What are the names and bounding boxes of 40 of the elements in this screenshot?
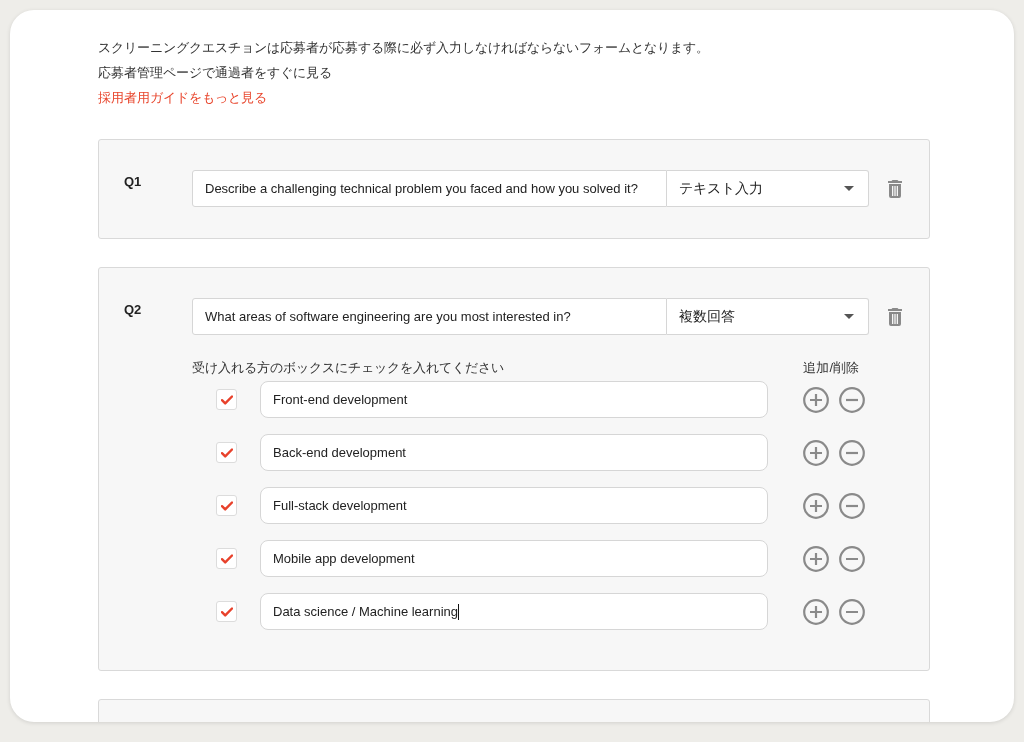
option-input[interactable]: Front-end development [260, 381, 768, 418]
answer-type-select[interactable]: テキスト入力 [667, 170, 869, 207]
question-input[interactable]: Describe a challenging technical problem you faced and how you solved it? [192, 170, 667, 207]
checkbox[interactable] [216, 601, 237, 622]
add-circle-icon[interactable] [803, 492, 829, 519]
dropdown-caret-icon [844, 314, 854, 319]
dropdown-caret-icon [844, 186, 854, 191]
question-input[interactable]: What areas of software engineering are you most interested in? [192, 298, 667, 335]
remove-circle-icon[interactable] [839, 545, 865, 572]
remove-circle-icon[interactable] [839, 439, 865, 466]
checkmark-icon [220, 447, 233, 458]
checkmark-icon [220, 606, 233, 617]
trash-icon[interactable] [888, 180, 902, 198]
checkmark-icon [220, 394, 233, 405]
add-circle-icon[interactable] [803, 598, 829, 625]
option-input[interactable]: Back-end development [260, 434, 768, 471]
checkmark-icon [220, 553, 233, 564]
remove-circle-icon[interactable] [839, 492, 865, 519]
add-circle-icon[interactable] [803, 439, 829, 466]
add-remove-heading: 追加/削除 [803, 359, 859, 378]
add-circle-icon[interactable] [803, 545, 829, 572]
checkbox[interactable] [216, 389, 237, 410]
option-input[interactable]: Data science / Machine learning [260, 593, 768, 630]
question-number: Q1 [124, 173, 143, 191]
options-instruction: 受け入れる方のボックスにチェックを入れてください [192, 359, 504, 378]
checkbox[interactable] [216, 495, 237, 516]
option-input[interactable]: Full-stack development [260, 487, 768, 524]
applicants-page-link[interactable]: 応募者管理ページで通過者をすぐに見る [98, 60, 332, 85]
checkbox[interactable] [216, 548, 237, 569]
checkbox[interactable] [216, 442, 237, 463]
answer-type-select[interactable]: 複数回答 [667, 298, 869, 335]
checkmark-icon [220, 500, 233, 511]
remove-circle-icon[interactable] [839, 598, 865, 625]
guide-link[interactable]: 採用者用ガイドをもっと見る [98, 85, 267, 110]
intro-description: スクリーニングクエスチョンは応募者が応募する際に必ず入力しなければならないフォームとなります。 [98, 39, 710, 57]
question-number: Q2 [124, 301, 143, 319]
remove-circle-icon[interactable] [839, 386, 865, 413]
option-input[interactable]: Mobile app development [260, 540, 768, 577]
trash-icon[interactable] [888, 308, 902, 326]
add-circle-icon[interactable] [803, 386, 829, 413]
